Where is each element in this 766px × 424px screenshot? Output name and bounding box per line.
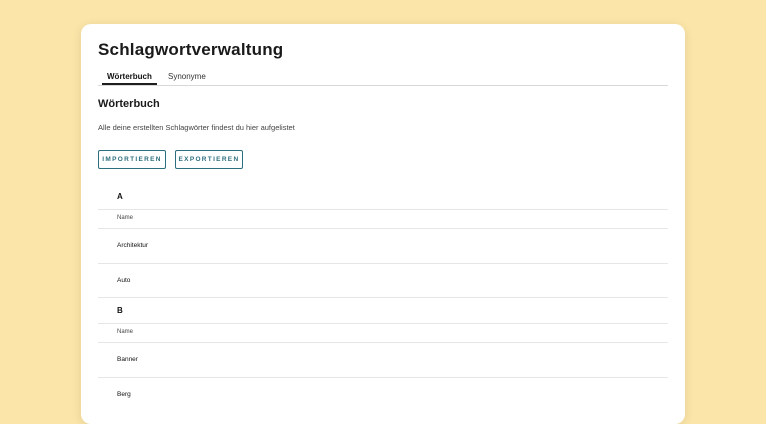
divider	[98, 263, 668, 264]
group-letter-b: B	[117, 306, 123, 315]
tab-woerterbuch[interactable]: Wörterbuch	[102, 72, 157, 85]
divider	[98, 342, 668, 343]
column-header-name: Name	[117, 215, 134, 221]
keyword-management-card: Schlagwortverwaltung Wörterbuch Synonyme…	[81, 24, 685, 424]
keyword-row[interactable]: Banner	[117, 356, 138, 363]
tab-synonyme[interactable]: Synonyme	[168, 72, 206, 84]
column-header-name: Name	[117, 329, 134, 335]
keyword-row[interactable]: Architektur	[117, 242, 148, 249]
divider	[98, 228, 668, 229]
keyword-row[interactable]: Auto	[117, 277, 130, 284]
section-subtitle: Alle deine erstellten Schlagwörter finde…	[98, 123, 295, 132]
divider	[98, 323, 668, 324]
divider	[98, 297, 668, 298]
export-button[interactable]: EXPORTIEREN	[175, 150, 243, 169]
import-button[interactable]: IMPORTIEREN	[98, 150, 166, 169]
group-letter-a: A	[117, 192, 123, 201]
divider	[98, 209, 668, 210]
tab-bar: Wörterbuch Synonyme	[98, 70, 668, 86]
keyword-row[interactable]: Berg	[117, 391, 131, 398]
divider	[98, 377, 668, 378]
page-title: Schlagwortverwaltung	[98, 40, 284, 59]
section-title: Wörterbuch	[98, 98, 160, 110]
